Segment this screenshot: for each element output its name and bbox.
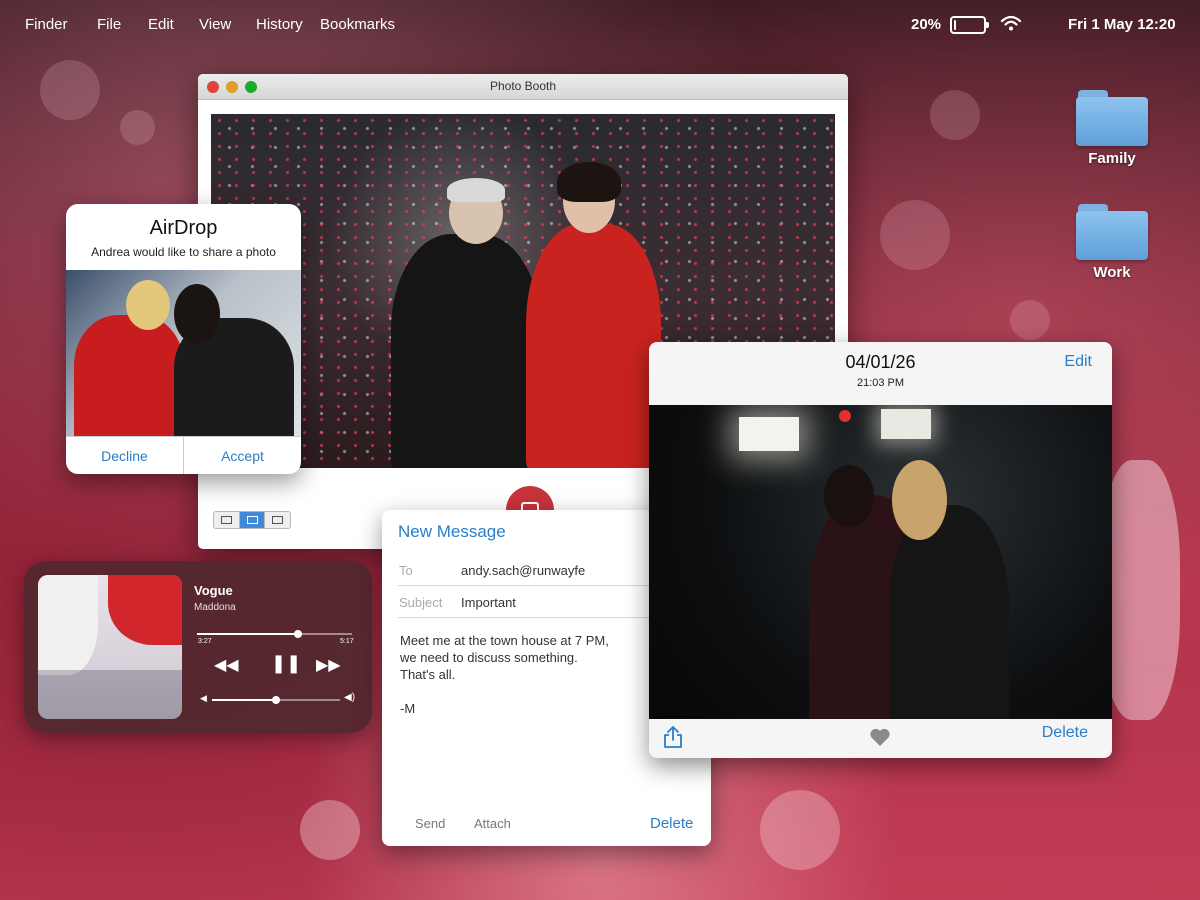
bokeh-light — [880, 200, 950, 270]
battery-percent: 20% — [911, 16, 942, 33]
bokeh-light — [40, 60, 100, 120]
message-header: New Message — [398, 522, 506, 541]
airdrop-title: AirDrop — [149, 217, 218, 239]
send-button[interactable]: Send — [415, 816, 445, 831]
menu-view[interactable]: View — [199, 16, 231, 33]
folder-icon — [1076, 90, 1148, 146]
edit-button[interactable]: Edit — [1064, 353, 1092, 371]
wifi-icon[interactable] — [1000, 14, 1022, 32]
menu-finder[interactable]: Finder — [25, 16, 68, 33]
heart-icon[interactable] — [869, 728, 891, 747]
pause-icon[interactable]: ❚❚ — [271, 653, 301, 674]
delete-photo-button[interactable]: Delete — [1042, 724, 1088, 742]
folder-work[interactable]: Work — [1067, 204, 1157, 281]
volume-low-icon: ◀ — [200, 693, 207, 703]
music-player: Vogue Maddona 3:27 5:17 ◀◀ ❚❚ ▶▶ ◀ ◀) — [24, 561, 372, 733]
menu-edit[interactable]: Edit — [148, 16, 174, 33]
volume-slider[interactable] — [212, 696, 340, 704]
to-value[interactable]: andy.sach@runwayfe — [461, 563, 585, 578]
subject-label: Subject — [399, 595, 443, 610]
window-titlebar[interactable]: Photo Booth — [198, 74, 848, 100]
menu-bookmarks[interactable]: Bookmarks — [320, 16, 395, 33]
progress-fill — [197, 633, 298, 635]
single-view-button[interactable] — [239, 512, 266, 528]
photo-date: 04/01/26 — [845, 352, 916, 372]
folder-label: Family — [1088, 150, 1136, 167]
accept-button[interactable]: Accept — [184, 437, 301, 474]
menu-history[interactable]: History — [256, 16, 303, 33]
delete-button[interactable]: Delete — [650, 815, 693, 832]
split-view-button[interactable] — [265, 512, 290, 528]
folder-icon — [1076, 204, 1148, 260]
viewer-photo — [649, 405, 1112, 719]
airdrop-subtitle: Andrea would like to share a photo — [91, 245, 276, 259]
bokeh-light — [930, 90, 980, 140]
folder-family[interactable]: Family — [1067, 90, 1157, 167]
volume-fill — [212, 699, 276, 701]
folder-label: Work — [1093, 264, 1131, 281]
airdrop-photo — [66, 270, 301, 436]
body-line: Meet me at the town house at 7 PM, — [400, 633, 609, 648]
bokeh-light — [300, 800, 360, 860]
elapsed-time: 3:27 — [198, 638, 212, 645]
message-toolbar: Send Attach Delete — [382, 808, 711, 846]
total-time: 5:17 — [340, 638, 354, 645]
airdrop-dialog: AirDrop Andrea would like to share a pho… — [66, 204, 301, 474]
progress-knob[interactable] — [293, 630, 302, 638]
message-body[interactable]: Meet me at the town house at 7 PM, we ne… — [400, 632, 640, 717]
bokeh-light — [120, 110, 155, 145]
body-line: we need to discuss something. — [400, 650, 578, 665]
song-artist: Maddona — [194, 602, 236, 613]
menu-bar: Finder File Edit View History Bookmarks … — [0, 0, 1200, 50]
body-line: That's all. — [400, 667, 456, 682]
clock[interactable]: Fri 1 May 12:20 — [1068, 16, 1176, 33]
subject-value[interactable]: Important — [461, 595, 516, 610]
album-art — [38, 575, 182, 719]
photo-time: 21:03 PM — [856, 377, 905, 389]
menu-file[interactable]: File — [97, 16, 121, 33]
share-icon[interactable] — [663, 725, 683, 749]
rewind-icon[interactable]: ◀◀ — [214, 655, 239, 675]
song-title: Vogue — [194, 583, 233, 598]
window-title: Photo Booth — [489, 79, 557, 93]
view-mode-switch — [213, 511, 291, 529]
progress-bar[interactable] — [197, 630, 352, 638]
to-label: To — [399, 563, 413, 578]
fast-forward-icon[interactable]: ▶▶ — [316, 655, 341, 675]
body-line: -M — [400, 701, 416, 716]
body-line — [400, 683, 640, 700]
decline-button[interactable]: Decline — [66, 437, 184, 474]
volume-knob[interactable] — [272, 696, 280, 704]
grid-view-button[interactable] — [214, 512, 240, 528]
bokeh-light — [1010, 300, 1050, 340]
battery-level — [954, 20, 957, 30]
battery-icon[interactable] — [950, 16, 989, 34]
photo-viewer: 04/01/26 21:03 PM Edit Delete — [649, 342, 1112, 758]
volume-high-icon: ◀) — [344, 692, 356, 703]
bokeh-light — [760, 790, 840, 870]
attach-button[interactable]: Attach — [474, 816, 511, 831]
runway-figure — [1100, 460, 1180, 720]
